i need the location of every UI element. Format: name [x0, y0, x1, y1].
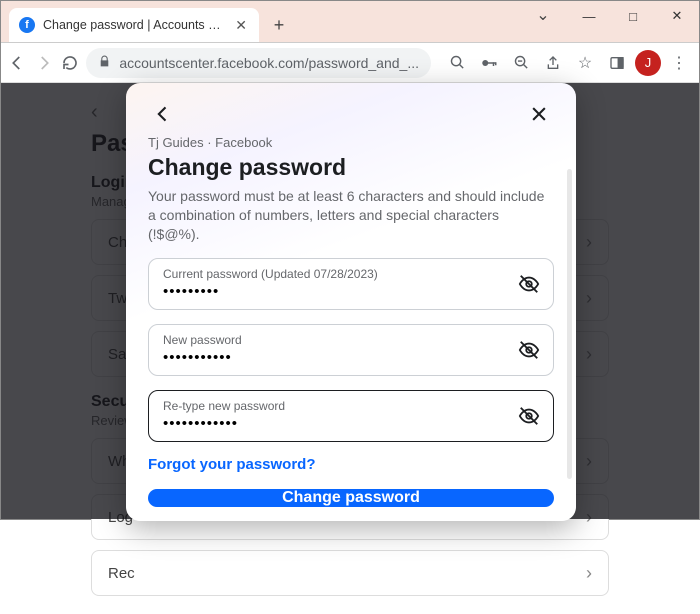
- window-minimize-button[interactable]: —: [567, 1, 611, 31]
- tab-close-icon[interactable]: ✕: [235, 17, 247, 34]
- current-password-input[interactable]: [163, 283, 509, 300]
- lock-icon: [98, 55, 111, 71]
- modal-title: Change password: [148, 154, 554, 181]
- zoom-icon[interactable]: [507, 49, 535, 77]
- field-label: Re-type new password: [163, 399, 509, 413]
- browser-tab[interactable]: f Change password | Accounts Cen ✕: [9, 8, 259, 42]
- chevron-right-icon: ›: [586, 563, 592, 584]
- tabs-dropdown-icon[interactable]: ⌄: [521, 5, 565, 25]
- breadcrumb: Tj Guides · Facebook: [148, 135, 554, 150]
- current-password-field[interactable]: Current password (Updated 07/28/2023): [148, 258, 554, 310]
- window-close-button[interactable]: ✕: [655, 1, 699, 31]
- modal-description: Your password must be at least 6 charact…: [148, 187, 554, 244]
- eye-off-icon[interactable]: [515, 336, 543, 364]
- change-password-modal: Tj Guides · Facebook Change password You…: [126, 83, 576, 521]
- change-password-button[interactable]: Change password: [148, 489, 554, 507]
- browser-toolbar: accountscenter.facebook.com/password_and…: [1, 43, 699, 83]
- new-password-field[interactable]: New password: [148, 324, 554, 376]
- address-bar[interactable]: accountscenter.facebook.com/password_and…: [86, 48, 431, 78]
- field-label: New password: [163, 333, 509, 347]
- search-icon[interactable]: [443, 49, 471, 77]
- profile-avatar[interactable]: J: [635, 50, 661, 76]
- tab-title: Change password | Accounts Cen: [43, 18, 227, 32]
- modal-close-button[interactable]: [524, 99, 554, 129]
- share-icon[interactable]: [539, 49, 567, 77]
- nav-back-button[interactable]: [7, 49, 27, 77]
- url-text: accountscenter.facebook.com/password_and…: [119, 55, 419, 71]
- modal-back-button[interactable]: [148, 99, 178, 129]
- facebook-favicon: f: [19, 17, 35, 33]
- retype-password-field[interactable]: Re-type new password: [148, 390, 554, 442]
- window-controls: — □ ✕: [567, 1, 699, 31]
- forgot-password-link[interactable]: Forgot your password?: [148, 456, 554, 473]
- eye-off-icon[interactable]: [515, 270, 543, 298]
- menu-icon[interactable]: ⋮: [665, 49, 693, 77]
- eye-off-icon[interactable]: [515, 402, 543, 430]
- bg-row: Rec›: [91, 550, 609, 596]
- scrollbar[interactable]: [567, 169, 572, 479]
- retype-password-input[interactable]: [163, 415, 509, 432]
- nav-forward-button[interactable]: [33, 49, 53, 77]
- field-label: Current password (Updated 07/28/2023): [163, 267, 509, 281]
- nav-reload-button[interactable]: [60, 49, 80, 77]
- panel-icon[interactable]: [603, 49, 631, 77]
- bookmark-star-icon[interactable]: ☆: [571, 49, 599, 77]
- key-icon[interactable]: [475, 49, 503, 77]
- new-tab-button[interactable]: +: [265, 11, 293, 39]
- browser-titlebar: f Change password | Accounts Cen ✕ + ⌄ —…: [1, 1, 699, 43]
- window-maximize-button[interactable]: □: [611, 1, 655, 31]
- new-password-input[interactable]: [163, 349, 509, 366]
